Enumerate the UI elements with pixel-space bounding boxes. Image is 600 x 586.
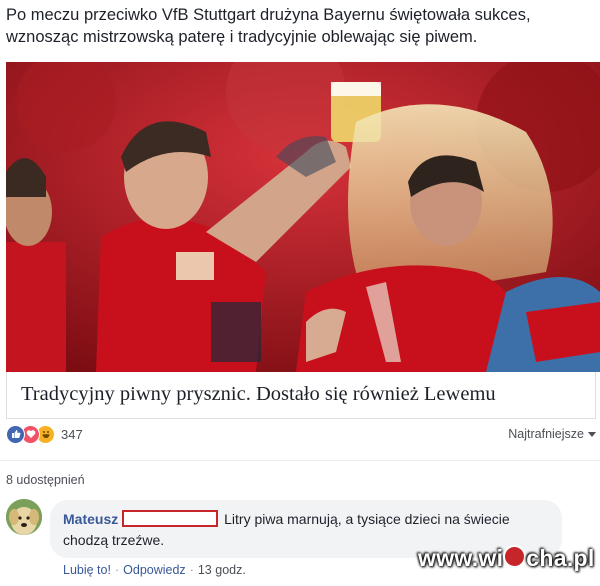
dog-avatar-icon (6, 499, 42, 535)
avatar[interactable] (6, 499, 42, 535)
shares-count[interactable]: 8 udostępnień (6, 473, 85, 487)
photo-players-beer-shower (6, 62, 600, 372)
divider (0, 460, 600, 461)
comment-timestamp[interactable]: 13 godz. (198, 563, 246, 577)
chevron-down-icon (588, 431, 596, 437)
link-card-caption[interactable]: Tradycyjny piwny prysznic. Dostało się r… (21, 383, 496, 406)
watermark-o-icon (503, 545, 527, 568)
comment-author[interactable]: Mateusz (63, 511, 118, 527)
reactions-count[interactable]: 347 (61, 427, 83, 442)
redaction-box (122, 510, 219, 527)
comment-sort-dropdown[interactable]: Najtrafniejsze (508, 427, 596, 441)
comment-actions: Lubię to! · Odpowiedz · 13 godz. (63, 563, 246, 577)
reply-comment-button[interactable]: Odpowiedz (123, 563, 186, 577)
like-icon (6, 424, 25, 444)
comment-sort-label: Najtrafniejsze (508, 427, 584, 441)
link-card-caption-box[interactable]: Tradycyjny piwny prysznic. Dostało się r… (6, 372, 596, 419)
like-comment-button[interactable]: Lubię to! (63, 563, 111, 577)
post-text: Po meczu przeciwko VfB Stuttgart drużyna… (6, 6, 531, 46)
reactions-summary[interactable]: 347 (6, 424, 83, 444)
watermark-logo: www.wi cha.pl (418, 545, 595, 571)
link-card-photo[interactable] (6, 62, 600, 372)
